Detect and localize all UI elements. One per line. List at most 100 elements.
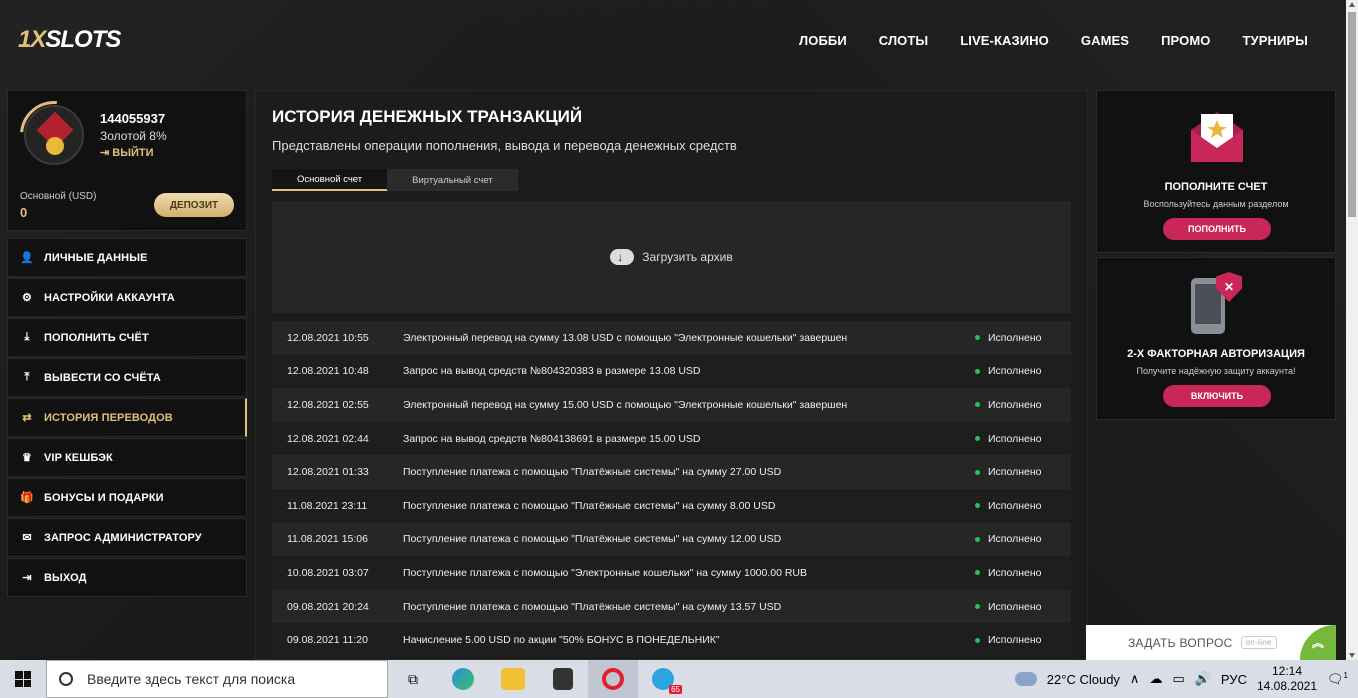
mail-icon: ✉ — [22, 532, 32, 544]
network-icon[interactable]: ☁ — [1149, 671, 1162, 687]
table-row: 12.08.2021 01:33 Поступление платежа с по… — [272, 455, 1071, 489]
scrollbar-thumb[interactable] — [1348, 12, 1356, 217]
transaction-description: Поступление платежа с помощью "Электронн… — [403, 566, 808, 579]
nav-link-5[interactable]: ТУРНИРЫ — [1242, 33, 1308, 48]
nav-link-2[interactable]: LIVE-КАЗИНО — [960, 33, 1049, 48]
table-row: 12.08.2021 10:55 Электронный перевод на с… — [272, 321, 1071, 355]
telegram-icon[interactable]: 65 — [638, 660, 688, 698]
status-dot-icon — [975, 570, 980, 576]
task-view-icon[interactable]: ⧉ — [388, 660, 438, 698]
table-row: 11.08.2021 23:11 Поступление платежа с по… — [272, 488, 1071, 523]
transfer-arrows-icon: ⇄ — [22, 412, 32, 424]
page-scrollbar[interactable] — [1346, 0, 1358, 660]
support-chat-widget[interactable]: ЗАДАТЬ ВОПРОС on-line ︽ — [1086, 625, 1336, 660]
site-logo[interactable]: 1XSLOTS — [18, 26, 121, 54]
transaction-status: Исполнено — [975, 332, 1071, 344]
transaction-date: 09.08.2021 20:24 — [287, 600, 369, 613]
sidebar-item-0[interactable]: 👤 ЛИЧНЫЕ ДАННЫЕ — [7, 238, 247, 277]
sidebar-item-7[interactable]: ✉ ЗАПРОС АДМИНИСТРАТОРУ — [7, 518, 247, 557]
archive-label: Загрузить архив — [642, 250, 733, 264]
transaction-status: Исполнено — [975, 365, 1071, 377]
table-row: 12.08.2021 02:44 Запрос на вывод средств … — [272, 421, 1071, 456]
search-placeholder: Введите здесь текст для поиска — [87, 671, 296, 687]
sidebar-item-label: VIP КЕШБЭК — [44, 451, 113, 464]
nav-link-4[interactable]: ПРОМО — [1161, 33, 1210, 48]
sidebar-item-5[interactable]: ♛ VIP КЕШБЭК — [7, 438, 247, 477]
account-menu: 👤 ЛИЧНЫЕ ДАННЫЕ ⚙ НАСТРОЙКИ АККАУНТА ⤓ ПОПОЛН… — [7, 238, 247, 598]
transaction-date: 12.08.2021 01:33 — [287, 466, 369, 479]
logout-icon: ⇥ — [100, 147, 113, 159]
sidebar-item-label: ЛИЧНЫЕ ДАННЫЕ — [44, 251, 148, 264]
two-factor-card: ✕ 2-Х ФАКТОРНАЯ АВТОРИЗАЦИЯ Получите над… — [1096, 257, 1336, 420]
sidebar-item-label: ИСТОРИЯ ПЕРЕВОДОВ — [44, 411, 173, 424]
tab-main-account[interactable]: Основной счет — [272, 169, 388, 191]
cloud-weather-icon — [1014, 672, 1037, 686]
start-button[interactable] — [0, 660, 46, 698]
deposit-button[interactable]: ДЕПОЗИТ — [154, 193, 234, 217]
user-add-icon: 👤 — [20, 252, 34, 264]
nav-link-3[interactable]: GAMES — [1081, 33, 1129, 48]
weather-text[interactable]: 22°C Cloudy — [1047, 672, 1120, 687]
table-row: 12.08.2021 10:48 Запрос на вывод средств … — [272, 354, 1071, 389]
transaction-description: Электронный перевод на сумму 13.08 USD с… — [403, 331, 848, 344]
battery-icon[interactable]: ▭ — [1172, 671, 1184, 687]
language-indicator[interactable]: РУС — [1221, 672, 1247, 687]
volume-icon[interactable]: 🔊 — [1195, 671, 1211, 687]
topup-card-title: ПОПОЛНИТЕ СЧЕТ — [1164, 181, 1268, 193]
vip-level: Золотой 8% — [100, 129, 167, 143]
transaction-date: 11.08.2021 15:06 — [287, 533, 368, 546]
two-factor-title: 2-Х ФАКТОРНАЯ АВТОРИЗАЦИЯ — [1127, 348, 1305, 360]
sidebar-item-8[interactable]: ⇥ ВЫХОД — [7, 558, 247, 597]
store-icon[interactable] — [538, 660, 588, 698]
balance-value: 0 — [20, 205, 28, 220]
status-dot-icon — [975, 436, 980, 442]
transaction-status: Исполнено — [975, 466, 1071, 478]
transaction-description: Поступление платежа с помощью "Платёжные… — [403, 533, 782, 546]
download-archive-button[interactable]: Загрузить архив — [272, 201, 1071, 313]
topup-card-subtitle: Воспользуйтесь данным разделом — [1143, 199, 1289, 209]
sidebar-item-label: НАСТРОЙКИ АККАУНТА — [44, 291, 175, 304]
table-row: 09.08.2021 20:24 Поступление платежа с по… — [272, 589, 1071, 624]
account-tabs: Основной счет Виртуальный счет — [272, 169, 518, 191]
opera-icon[interactable] — [588, 660, 638, 698]
sidebar-item-6[interactable]: 🎁 БОНУСЫ И ПОДАРКИ — [7, 478, 247, 517]
exit-icon: ⇥ — [22, 572, 32, 584]
topup-promo-card: ПОПОЛНИТЕ СЧЕТ Воспользуйтесь данным раз… — [1096, 90, 1336, 253]
edge-icon[interactable] — [438, 660, 488, 698]
transaction-status: Исполнено — [975, 567, 1071, 579]
topup-button[interactable]: ПОПОЛНИТЬ — [1163, 218, 1271, 240]
transaction-date: 09.08.2021 11:20 — [287, 634, 368, 647]
tab-virtual-account[interactable]: Виртуальный счет — [387, 169, 518, 191]
envelope-star-icon — [1191, 112, 1243, 162]
nav-link-1[interactable]: СЛОТЫ — [879, 33, 928, 48]
clock[interactable]: 12:14 14.08.2021 — [1257, 664, 1317, 694]
transaction-description: Электронный перевод на сумму 15.00 USD с… — [403, 398, 848, 411]
sidebar-item-label: ЗАПРОС АДМИНИСТРАТОРУ — [44, 531, 202, 544]
sidebar-item-2[interactable]: ⤓ ПОПОЛНИТЬ СЧЁТ — [7, 318, 247, 357]
sidebar-item-4[interactable]: ⇄ ИСТОРИЯ ПЕРЕВОДОВ — [7, 398, 247, 437]
sidebar-item-3[interactable]: ⤒ ВЫВЕСТИ СО СЧЁТА — [7, 358, 247, 397]
transaction-description: Запрос на вывод средств №804320383 в раз… — [403, 365, 701, 378]
sidebar-item-1[interactable]: ⚙ НАСТРОЙКИ АККАУНТА — [7, 278, 247, 317]
logout-link[interactable]: ⇥ ВЫЙТИ — [100, 146, 154, 159]
table-row: 11.08.2021 15:06 Поступление платежа с по… — [272, 522, 1071, 557]
transaction-description: Начисление 5.00 USD по акции "50% БОНУС … — [403, 634, 720, 647]
table-row: 10.08.2021 03:07 Поступление платежа с по… — [272, 556, 1071, 590]
gears-icon: ⚙ — [22, 292, 32, 304]
taskbar-search[interactable]: Введите здесь текст для поиска — [46, 660, 388, 698]
windows-taskbar: Введите здесь текст для поиска ⧉ 65 22°C… — [0, 660, 1358, 698]
file-explorer-icon[interactable] — [488, 660, 538, 698]
page-subtitle: Представлены операции пополнения, вывода… — [272, 138, 737, 153]
enable-2fa-button[interactable]: ВКЛЮЧИТЬ — [1163, 385, 1271, 407]
sidebar-item-label: ПОПОЛНИТЬ СЧЁТ — [44, 331, 149, 344]
scroll-up-icon[interactable] — [1349, 2, 1355, 7]
transaction-description: Запрос на вывод средств №804138691 в раз… — [403, 432, 701, 445]
nav-link-0[interactable]: ЛОББИ — [799, 33, 847, 48]
chevron-up-icon[interactable]: ︽ — [1300, 625, 1336, 660]
scroll-down-icon[interactable] — [1349, 653, 1355, 658]
status-dot-icon — [975, 536, 980, 542]
notifications-icon[interactable]: 🗨1 — [1327, 671, 1348, 687]
tray-chevron-icon[interactable]: ∧ — [1130, 671, 1140, 687]
status-dot-icon — [975, 402, 980, 408]
system-tray: 22°C Cloudy ∧ ☁ ▭ 🔊 РУС 12:14 14.08.2021… — [1014, 664, 1358, 694]
